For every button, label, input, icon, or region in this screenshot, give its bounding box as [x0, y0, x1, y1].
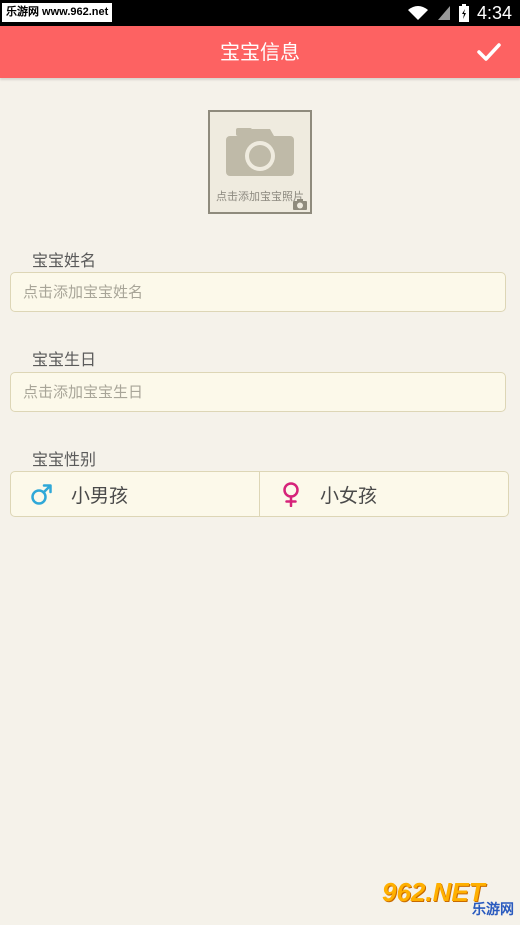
gender-option-label: 小男孩: [71, 484, 129, 507]
name-label: 宝宝姓名: [32, 251, 97, 270]
confirm-button[interactable]: [476, 39, 502, 65]
male-icon: [31, 484, 52, 505]
camera-icon: [226, 128, 294, 176]
gender-option-boy[interactable]: 小男孩: [10, 471, 260, 517]
app-bar: 宝宝信息: [0, 26, 520, 78]
site-logo-text: 962.NET: [382, 877, 485, 907]
gender-option-label: 小女孩: [320, 484, 378, 507]
birthday-label: 宝宝生日: [32, 350, 97, 369]
name-field[interactable]: [10, 272, 506, 312]
site-logo: 962.NET 乐游网: [382, 877, 514, 919]
female-icon: [283, 482, 299, 507]
wifi-icon: [407, 6, 428, 20]
status-time: 4:34: [476, 2, 512, 23]
site-logo-subtext: 乐游网: [472, 902, 514, 918]
gender-label: 宝宝性别: [32, 450, 97, 469]
status-icons: 4:34: [407, 0, 512, 26]
page-title: 宝宝信息: [220, 40, 300, 64]
signal-icon: [437, 6, 450, 20]
battery-icon: [458, 4, 469, 22]
gender-option-girl[interactable]: 小女孩: [260, 471, 509, 517]
small-camera-icon: [293, 199, 307, 210]
add-photo-button[interactable]: 点击添加宝宝照片: [208, 110, 312, 214]
birthday-field[interactable]: [10, 372, 506, 412]
status-bar: 乐游网 www.962.net 4:34: [0, 0, 520, 26]
watermark-label: 乐游网 www.962.net: [2, 3, 113, 22]
gender-selector: 小男孩 小女孩: [10, 471, 509, 517]
check-icon: [477, 43, 501, 61]
